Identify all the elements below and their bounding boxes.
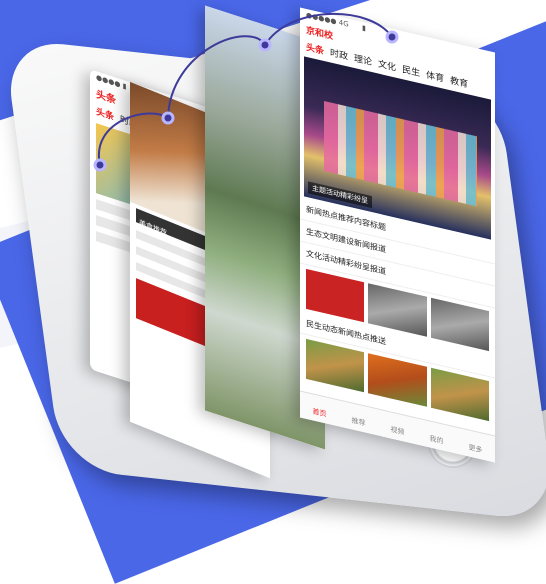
- connector-dot: [385, 30, 399, 44]
- connector-arc: [264, 12, 393, 46]
- connector-dot: [161, 111, 175, 125]
- connector-arc: [97, 112, 169, 166]
- connector-dot: [258, 38, 272, 52]
- connector-dot: [93, 158, 107, 172]
- connector-arc: [167, 35, 266, 119]
- connector-arcs: [93, 12, 399, 172]
